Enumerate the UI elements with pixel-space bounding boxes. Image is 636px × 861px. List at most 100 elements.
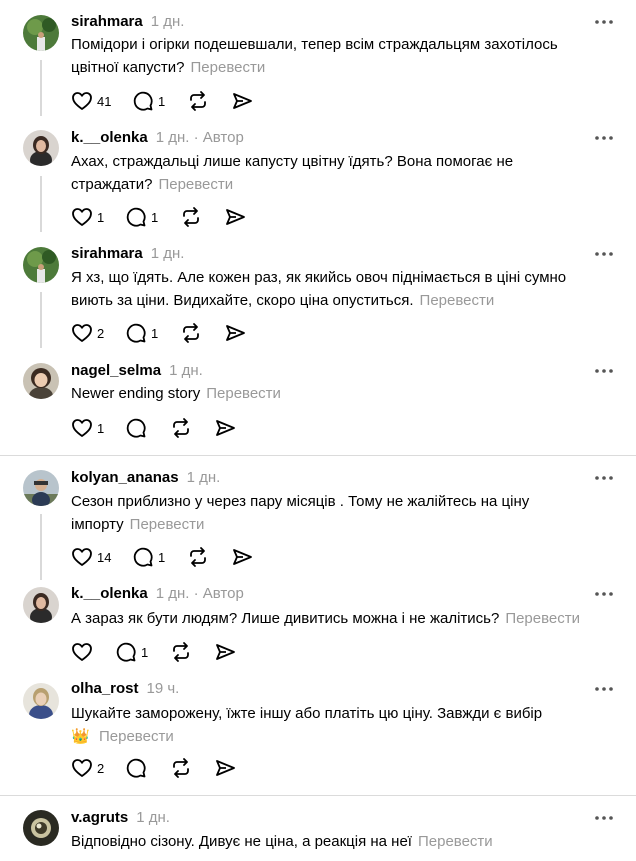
reply-button[interactable]: 1 <box>115 641 148 663</box>
more-icon[interactable] <box>590 362 618 380</box>
reply-button[interactable] <box>125 417 147 439</box>
repost-button[interactable] <box>170 641 192 663</box>
more-icon[interactable] <box>590 585 618 603</box>
share-button[interactable] <box>231 90 253 112</box>
post-text: Newer ending story Перевести <box>71 382 591 405</box>
username[interactable]: k.__olenka <box>71 585 148 602</box>
more-icon[interactable] <box>590 13 618 31</box>
share-icon <box>214 417 236 439</box>
post-text-content: Помідори і огірки подешевшали, тепер всі… <box>71 36 558 76</box>
translate-link[interactable]: Перевести <box>505 610 580 627</box>
translate-link[interactable]: Перевести <box>418 833 493 850</box>
timestamp[interactable]: 1 дн. <box>156 129 190 146</box>
more-icon[interactable] <box>590 680 618 698</box>
reply-count: 1 <box>151 209 159 225</box>
repost-button[interactable] <box>180 322 202 344</box>
username[interactable]: sirahmara <box>71 13 143 30</box>
post-text-content: Шукайте заморожену, їжте іншу або платіт… <box>71 705 543 722</box>
avatar[interactable] <box>23 15 59 51</box>
post-header: v.agruts 1 дн. <box>71 809 170 827</box>
like-count: 2 <box>97 325 105 341</box>
reply-button[interactable] <box>125 757 147 779</box>
heart-icon <box>71 322 93 344</box>
post-header: kolyan_ananas 1 дн. <box>71 469 220 487</box>
like-button[interactable]: 2 <box>71 757 104 779</box>
post-text-content: Відповідно сізону. Дивує не ціна, а реак… <box>71 833 412 850</box>
translate-link[interactable]: Перевести <box>158 176 233 193</box>
avatar[interactable] <box>23 247 59 283</box>
heart-icon <box>71 206 93 228</box>
translate-link[interactable]: Перевести <box>130 516 205 533</box>
crown-emoji: 👑 <box>71 728 90 745</box>
like-button[interactable]: 41 <box>71 90 111 112</box>
like-button[interactable]: 1 <box>71 206 104 228</box>
more-icon[interactable] <box>590 245 618 263</box>
timestamp[interactable]: 1 дн. <box>151 245 185 262</box>
like-button[interactable]: 2 <box>71 322 104 344</box>
comment-icon <box>125 417 147 439</box>
share-icon <box>224 206 246 228</box>
repost-button[interactable] <box>187 90 209 112</box>
more-icon[interactable] <box>590 469 618 487</box>
like-button[interactable] <box>71 641 93 663</box>
heart-icon <box>71 90 93 112</box>
more-icon[interactable] <box>590 809 618 827</box>
share-button[interactable] <box>214 757 236 779</box>
timestamp[interactable]: 19 ч. <box>147 680 180 697</box>
post-text: Шукайте заморожену, їжте іншу або платіт… <box>71 702 591 748</box>
avatar[interactable] <box>23 363 59 399</box>
post-header: olha_rost 19 ч. <box>71 680 179 698</box>
timestamp[interactable]: 1 дн. <box>136 809 170 826</box>
share-button[interactable] <box>224 206 246 228</box>
reply-button[interactable]: 1 <box>125 322 158 344</box>
repost-icon <box>170 757 192 779</box>
username[interactable]: sirahmara <box>71 245 143 262</box>
avatar[interactable] <box>23 810 59 846</box>
repost-icon <box>187 546 209 568</box>
like-button[interactable]: 1 <box>71 417 104 439</box>
more-icon[interactable] <box>590 129 618 147</box>
post-header: nagel_selma 1 дн. <box>71 362 203 380</box>
post-text: Помідори і огірки подешевшали, тепер всі… <box>71 33 591 79</box>
reply-count: 1 <box>158 93 166 109</box>
avatar[interactable] <box>23 683 59 719</box>
username[interactable]: v.agruts <box>71 809 128 826</box>
translate-link[interactable]: Перевести <box>99 728 174 745</box>
like-count: 1 <box>97 420 105 436</box>
share-button[interactable] <box>214 641 236 663</box>
post-text-content: Ахах, страждальці лише капусту цвітну їд… <box>71 153 514 193</box>
username[interactable]: kolyan_ananas <box>71 469 179 486</box>
author-badge: · Автор <box>193 585 244 602</box>
repost-button[interactable] <box>170 417 192 439</box>
timestamp[interactable]: 1 дн. <box>187 469 221 486</box>
repost-button[interactable] <box>180 206 202 228</box>
like-button[interactable]: 14 <box>71 546 111 568</box>
translate-link[interactable]: Перевести <box>420 292 495 309</box>
translate-link[interactable]: Перевести <box>191 59 266 76</box>
avatar[interactable] <box>23 130 59 166</box>
thread-line <box>40 292 42 348</box>
share-button[interactable] <box>224 322 246 344</box>
reply-button[interactable]: 1 <box>125 206 158 228</box>
thread-divider <box>0 795 636 796</box>
share-icon <box>214 641 236 663</box>
username[interactable]: nagel_selma <box>71 362 161 379</box>
reply-button[interactable]: 1 <box>132 546 165 568</box>
repost-icon <box>170 417 192 439</box>
like-count: 14 <box>97 549 112 565</box>
timestamp[interactable]: 1 дн. <box>156 585 190 602</box>
share-button[interactable] <box>214 417 236 439</box>
timestamp[interactable]: 1 дн. <box>151 13 185 30</box>
reply-button[interactable]: 1 <box>132 90 165 112</box>
repost-button[interactable] <box>170 757 192 779</box>
username[interactable]: k.__olenka <box>71 129 148 146</box>
share-icon <box>214 757 236 779</box>
repost-button[interactable] <box>187 546 209 568</box>
avatar[interactable] <box>23 470 59 506</box>
repost-icon <box>187 90 209 112</box>
share-button[interactable] <box>231 546 253 568</box>
username[interactable]: olha_rost <box>71 680 139 697</box>
avatar[interactable] <box>23 587 59 623</box>
timestamp[interactable]: 1 дн. <box>169 362 203 379</box>
translate-link[interactable]: Перевести <box>206 385 281 402</box>
